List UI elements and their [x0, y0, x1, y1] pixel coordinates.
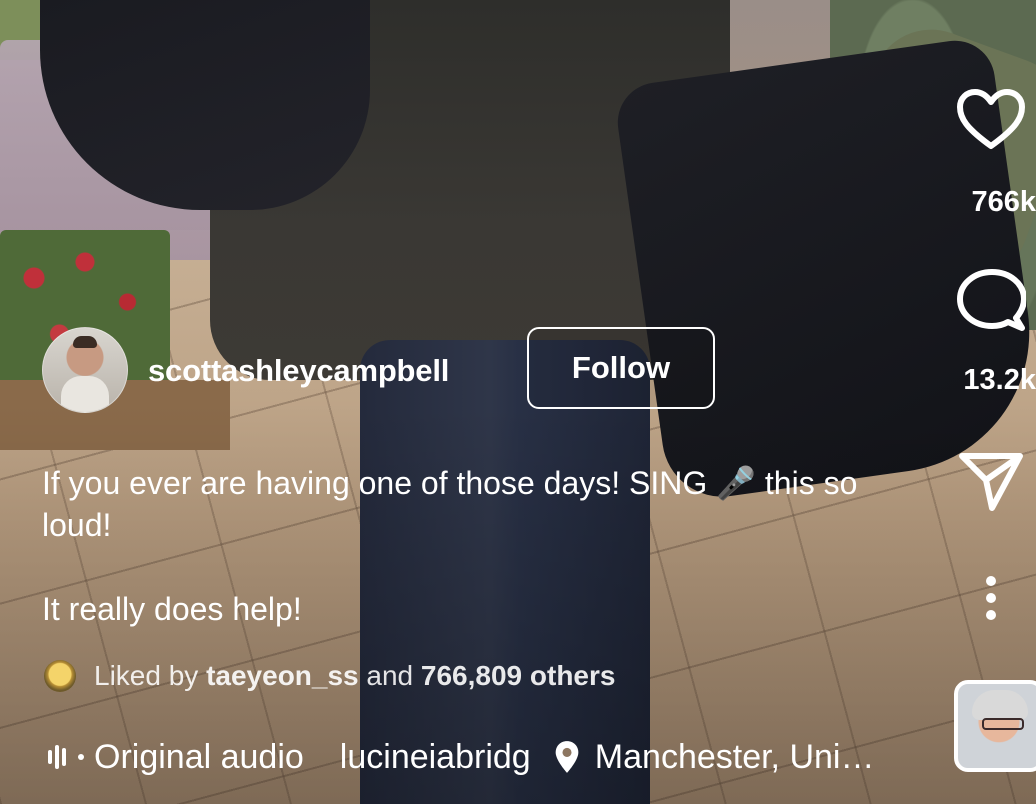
likes-prefix: Liked by	[94, 660, 199, 691]
share-button[interactable]	[946, 448, 1036, 512]
likes-summary[interactable]: Liked by taeyeon_ss and 766,809 others	[44, 660, 615, 692]
likes-others[interactable]: 766,809 others	[421, 660, 616, 692]
share-icon	[959, 453, 1023, 511]
likes-user[interactable]: taeyeon_ss	[206, 660, 359, 692]
likes-joiner: and	[366, 660, 414, 691]
comment-count: 13.2k	[963, 364, 1036, 396]
original-audio-link[interactable]: Original audio	[94, 738, 304, 777]
separator-dot	[78, 754, 84, 760]
like-button[interactable]	[946, 88, 1036, 152]
post-caption[interactable]: If you ever are having one of those days…	[42, 462, 922, 630]
audio-thumb-glasses	[982, 718, 1024, 730]
likes-space	[359, 660, 367, 692]
location-link[interactable]: Manchester, Uni…	[595, 738, 875, 777]
caption-line-2: It really does help!	[42, 591, 302, 627]
caption-line-1: If you ever are having one of those days…	[42, 465, 858, 543]
more-icon	[986, 576, 996, 620]
avatar-hair	[73, 336, 97, 348]
comment-button[interactable]	[946, 268, 1036, 334]
likes-space	[413, 660, 421, 692]
more-options-button[interactable]	[946, 575, 1036, 621]
avatar-body	[61, 376, 109, 412]
likes-space	[198, 660, 206, 692]
author-avatar[interactable]	[42, 327, 128, 413]
comment-icon	[957, 269, 1026, 331]
audio-thumb-hair	[972, 690, 1028, 720]
like-count: 766k	[971, 186, 1036, 218]
audio-bars-icon	[48, 745, 66, 769]
heart-icon	[957, 89, 1025, 149]
audio-row: Original audio lucineiabridg Manchester,…	[48, 734, 918, 780]
audio-credit-link[interactable]: lucineiabridg	[340, 738, 533, 777]
location-pin-icon	[555, 741, 579, 773]
audio-thumbnail[interactable]	[954, 680, 1036, 772]
follow-button[interactable]: Follow	[527, 327, 715, 409]
liker-avatar	[44, 660, 76, 692]
author-username[interactable]: scottashleycampbell	[148, 353, 449, 389]
